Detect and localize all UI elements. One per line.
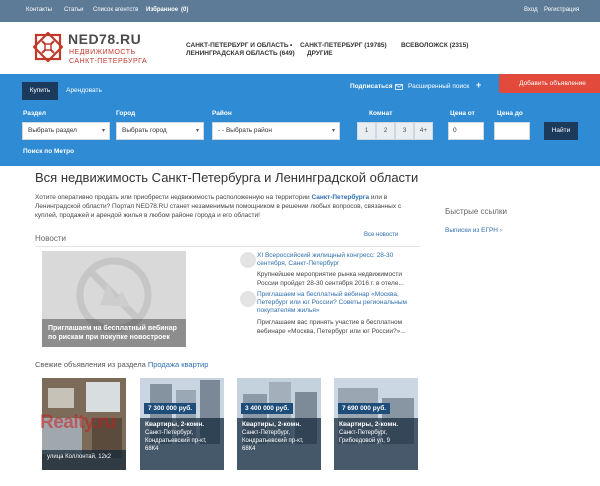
intro-text: Хотите оперативно продать или приобрести… xyxy=(35,193,425,220)
listing-type: Квартиры, 2-комн. xyxy=(339,421,399,428)
listing-type: Квартиры, 2-комн. xyxy=(242,421,302,428)
chevron-down-icon: ▾ xyxy=(101,128,105,134)
envelope-icon xyxy=(395,84,403,90)
register-link[interactable]: Регистрация xyxy=(544,7,579,13)
plus-icon: + xyxy=(476,80,482,90)
listing-card[interactable]: 3 400 000 руб. Квартиры, 2-комн. Санкт-П… xyxy=(237,378,321,470)
label-rooms: Комнат xyxy=(369,110,393,117)
listing-address-line-2: Кондратьевский пр-кт, 68К4 xyxy=(145,438,207,452)
rooms-option-1[interactable]: 1 xyxy=(357,122,376,140)
contacts-link[interactable]: Контакты xyxy=(26,7,52,13)
city-select[interactable]: Выбрать город ▾ xyxy=(116,122,204,140)
subscribe-link[interactable]: Подписаться xyxy=(350,83,393,90)
chevron-down-icon: ▾ xyxy=(195,128,199,134)
listing-card[interactable]: 7 300 000 руб. Квартиры, 2-комн. Санкт-П… xyxy=(140,378,224,470)
find-button[interactable]: Найти xyxy=(544,122,578,140)
news-thumb-icon xyxy=(240,252,256,268)
logo-subtitle: НЕДВИЖИМОСТЬ САНКТ-ПЕТЕРБУРГА xyxy=(69,48,147,66)
news-thumb-icon xyxy=(240,291,256,307)
label-district: Район xyxy=(212,110,232,117)
login-link[interactable]: Вход xyxy=(524,7,538,13)
advanced-search-link[interactable]: Расширенный поиск xyxy=(408,83,469,90)
fresh-listings-title: Свежие объявления из раздела Продажа ква… xyxy=(35,360,208,369)
news-item[interactable]: XI Всероссийский жилищный конгресс: 28-3… xyxy=(240,252,425,292)
district-select-value: - - Выбрать район xyxy=(218,127,272,134)
district-select[interactable]: - - Выбрать район ▾ xyxy=(212,122,340,140)
metro-search-link[interactable]: Поиск по Метро xyxy=(23,148,74,155)
page-title: Вся недвижимость Санкт-Петербурга и Лени… xyxy=(35,170,419,185)
label-price-to: Цена до xyxy=(497,110,523,117)
section-select-value: Выбрать раздел xyxy=(28,127,77,134)
fresh-listings-link[interactable]: Продажа квартир xyxy=(148,360,209,369)
news-item-text: Приглашаем вас принять участие в бесплат… xyxy=(257,319,406,335)
listing-price: 7 300 000 руб. xyxy=(144,403,197,414)
listing-info: Квартиры, 2-комн. Санкт-Петербург, Грибо… xyxy=(334,418,418,470)
listing-info: Квартиры, 2-комн. Санкт-Петербург, Кондр… xyxy=(140,418,224,470)
rooms-option-2[interactable]: 2 xyxy=(376,122,395,140)
logo-subtitle-line-1: НЕДВИЖИМОСТЬ xyxy=(69,49,136,56)
listing-card[interactable]: 7 690 000 руб. Квартиры, 2-комн. Санкт-П… xyxy=(334,378,418,470)
logo-title[interactable]: NED78.RU xyxy=(68,31,141,47)
news-item-title[interactable]: Приглашаем на бесплатный вебинар «Москва… xyxy=(257,291,422,315)
news-item[interactable]: Приглашаем на бесплатный вебинар «Москва… xyxy=(240,291,425,341)
quick-link-egrn[interactable]: Выписки из ЕГРН › xyxy=(445,227,502,234)
tab-buy[interactable]: Купить xyxy=(22,82,58,100)
region-leningrad-oblast[interactable]: Ленинградская область (649) xyxy=(186,50,295,57)
listing-price: 3 400 000 руб. xyxy=(241,403,294,414)
news-section-title: Новости xyxy=(35,234,66,243)
agencies-link[interactable]: Список агентств xyxy=(93,7,138,13)
city-select-value: Выбрать город xyxy=(122,127,167,134)
fresh-listings-label: Свежие объявления из раздела xyxy=(35,360,146,369)
rooms-option-4-plus[interactable]: 4+ xyxy=(414,122,433,140)
intro-part-1: Хотите оперативно продать или приобрести… xyxy=(35,194,310,201)
listing-address-line-2: Грибоедовой ул, 9 xyxy=(339,438,390,444)
favorites-link[interactable]: Избранное xyxy=(146,7,178,13)
news-featured-image[interactable]: Приглашаем на бесплатный вебинар по риск… xyxy=(42,251,186,347)
listing-price: 7 690 000 руб. xyxy=(338,403,391,414)
listing-address: Санкт-Петербург, xyxy=(242,430,290,436)
logo-icon[interactable] xyxy=(33,32,63,62)
label-price-from: Цена от xyxy=(450,110,475,117)
add-ad-button[interactable]: Добавить объявление xyxy=(499,74,600,93)
price-to-input[interactable] xyxy=(494,122,530,140)
site-header: NED78.RU НЕДВИЖИМОСТЬ САНКТ-ПЕТЕРБУРГА С… xyxy=(0,22,600,74)
tab-rent[interactable]: Арендовать xyxy=(62,82,106,100)
listing-info: улица Коллонтай, 12к2 xyxy=(42,450,126,470)
label-section: Раздел xyxy=(23,110,47,117)
listing-address: Санкт-Петербург, xyxy=(339,430,387,436)
region-dot: • xyxy=(290,42,293,49)
listing-type: Квартиры, 2-комн. xyxy=(145,421,205,428)
region-vsevolozhsk[interactable]: Всеволожск (2315) xyxy=(401,42,468,49)
favorites-count: (0) xyxy=(181,7,189,13)
listing-address: Санкт-Петербург, xyxy=(145,430,193,436)
label-city: Город xyxy=(116,110,136,117)
intro-spb-link[interactable]: Санкт-Петербурга xyxy=(311,194,369,201)
rooms-option-3[interactable]: 3 xyxy=(395,122,414,140)
listing-info: Квартиры, 2-комн. Санкт-Петербург, Кондр… xyxy=(237,418,321,470)
news-item-text: Крупнейшее мероприятие рынка недвижимост… xyxy=(257,271,404,287)
news-item-title[interactable]: XI Всероссийский жилищный конгресс: 28-3… xyxy=(257,252,422,268)
quick-links-title: Быстрые ссылки xyxy=(445,207,507,216)
logo-subtitle-line-2: САНКТ-ПЕТЕРБУРГА xyxy=(69,58,148,65)
region-spb-and-oblast[interactable]: Санкт-Петербург и область xyxy=(186,42,289,49)
articles-link[interactable]: Статьи xyxy=(64,7,83,13)
news-featured-caption[interactable]: Приглашаем на бесплатный вебинар по риск… xyxy=(42,319,186,347)
price-from-input[interactable]: 0 xyxy=(448,122,484,140)
all-news-link[interactable]: Все новости xyxy=(364,232,398,238)
region-spb[interactable]: Санкт-Петербург (19785) xyxy=(300,42,387,49)
listing-address: улица Коллонтай, 12к2 xyxy=(47,454,111,460)
listing-address-line-2: Кондратьевский пр-кт, 68К4 xyxy=(242,438,304,452)
watermark: Realty.ru xyxy=(40,412,116,433)
top-bar: Контакты Статьи Список агентств Избранно… xyxy=(0,0,600,22)
divider xyxy=(35,246,420,247)
section-select[interactable]: Выбрать раздел ▾ xyxy=(22,122,110,140)
chevron-down-icon: ▾ xyxy=(331,128,335,134)
region-other[interactable]: Другие xyxy=(307,50,333,57)
